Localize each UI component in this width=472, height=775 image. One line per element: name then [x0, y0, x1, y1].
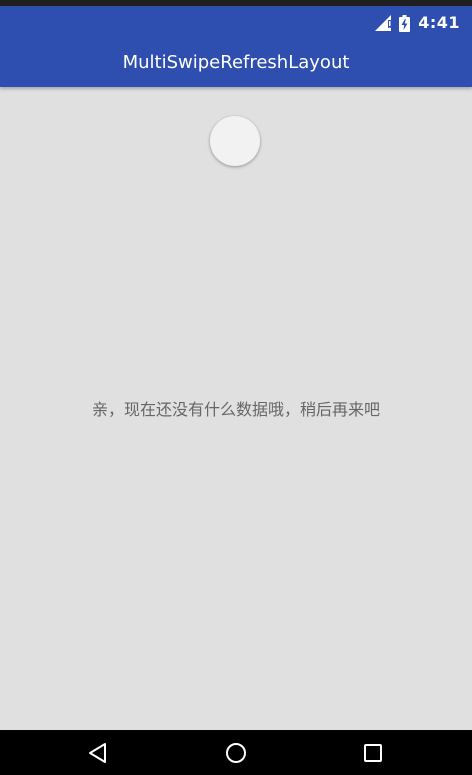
navigation-bar — [0, 730, 472, 775]
swipe-refresh-content[interactable]: 亲，现在还没有什么数据哦，稍后再来吧 — [0, 87, 472, 730]
status-icons: 4:41 — [375, 13, 460, 33]
signal-icon — [375, 15, 392, 31]
refresh-spinner — [210, 116, 260, 166]
empty-state-message: 亲，现在还没有什么数据哦，稍后再来吧 — [91, 400, 380, 419]
phone-screen: 4:41 MultiSwipeRefreshLayout 亲，现在还没有什么数据… — [0, 0, 472, 775]
recents-button[interactable] — [360, 740, 386, 766]
status-bar: 4:41 — [0, 6, 472, 39]
app-title: MultiSwipeRefreshLayout — [122, 52, 350, 73]
back-icon — [89, 743, 106, 763]
home-button[interactable] — [223, 740, 249, 766]
app-bar: MultiSwipeRefreshLayout — [0, 39, 472, 87]
back-button[interactable] — [85, 740, 111, 766]
status-clock: 4:41 — [418, 13, 460, 32]
battery-charging-icon — [399, 14, 411, 32]
home-icon — [226, 743, 246, 763]
recents-icon — [364, 744, 382, 762]
